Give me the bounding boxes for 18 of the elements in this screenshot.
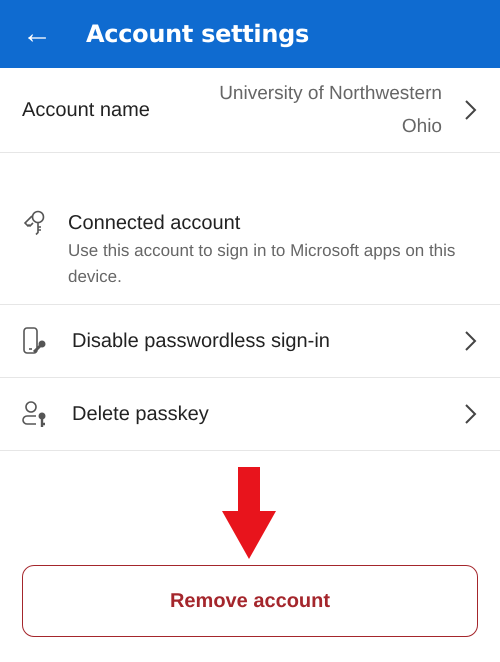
item-title: Delete passkey <box>72 402 210 427</box>
remove-account-button[interactable]: Remove account <box>22 565 478 637</box>
person-key-icon <box>22 400 48 428</box>
account-name-label: Account name <box>22 98 151 122</box>
item-description: Use this account to sign in to Microsoft apps on this device. <box>68 240 456 288</box>
chevron-icon <box>464 403 478 425</box>
phone-key-icon <box>22 327 48 355</box>
page-title: Account settings <box>86 20 310 48</box>
item-title: Connected account <box>68 211 242 236</box>
chevron-icon <box>464 330 478 352</box>
arrow-icon <box>222 467 276 559</box>
settings-item[interactable]: Disable passwordless sign-in <box>0 305 500 378</box>
account-name-value: University of Northwestern Ohio <box>218 82 442 139</box>
settings-item[interactable]: Delete passkey <box>0 378 500 451</box>
item-title: Disable passwordless sign-in <box>72 329 331 354</box>
back-icon[interactable]: ← <box>22 19 52 49</box>
account-name-row[interactable]: Account name University of Northwestern Ohio <box>0 68 500 153</box>
chevron-icon <box>464 99 478 121</box>
